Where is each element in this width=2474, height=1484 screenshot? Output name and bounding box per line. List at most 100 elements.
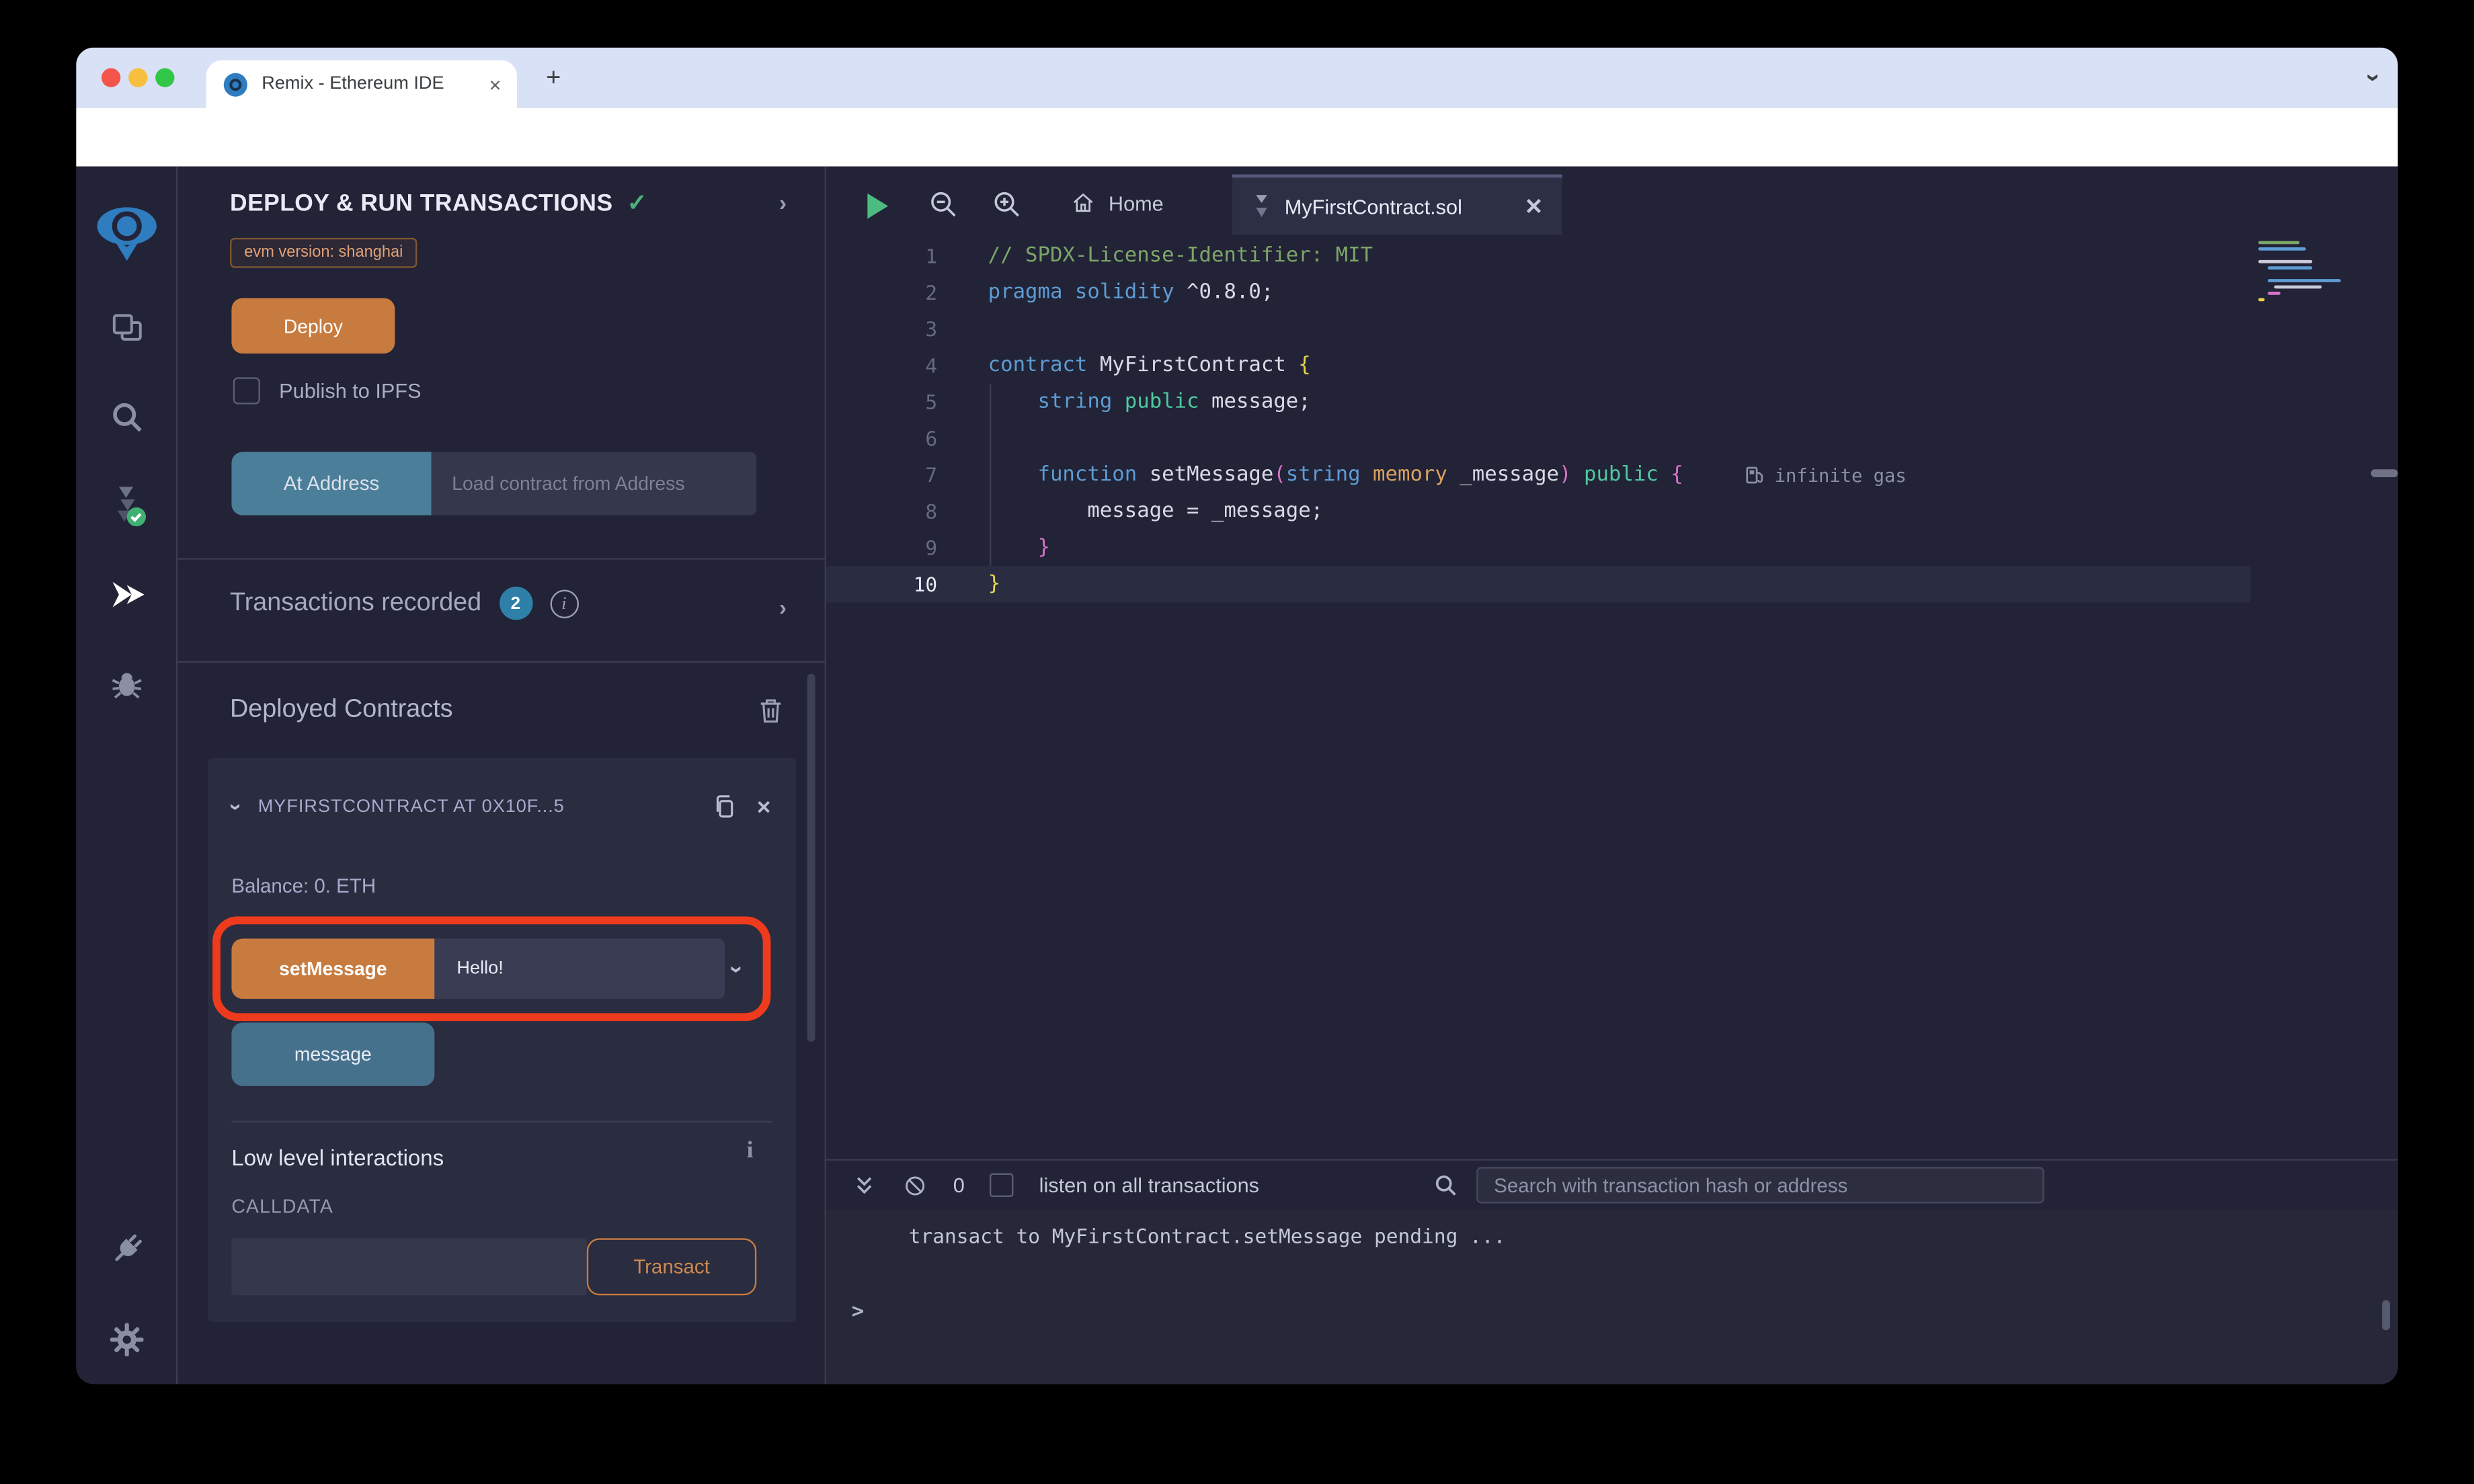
minimap[interactable] xyxy=(2258,241,2354,304)
file-tab-active[interactable]: MyFirstContract.sol ✕ xyxy=(1232,174,1562,235)
code-editor-area: Home MyFirstContract.sol ✕ 1// SPDX-Lice… xyxy=(824,166,2398,1159)
contract-collapse-chevron-icon[interactable]: › xyxy=(224,794,249,820)
panel-title: DEPLOY & RUN TRANSACTIONS xyxy=(230,189,613,216)
home-tab-label: Home xyxy=(1108,191,1164,215)
close-tab-icon[interactable]: × xyxy=(489,74,502,95)
publish-ipfs-checkbox[interactable] xyxy=(233,377,260,405)
remix-favicon xyxy=(223,72,247,96)
listen-transactions-label: listen on all transactions xyxy=(1039,1173,1259,1198)
transactions-recorded-label: Transactions recorded xyxy=(230,589,482,616)
low-level-info-icon[interactable]: i xyxy=(747,1139,754,1165)
code-editor[interactable]: 1// SPDX-License-Identifier: MIT 2 pragma … xyxy=(826,238,2251,603)
zoom-out-icon[interactable] xyxy=(928,189,959,220)
divider xyxy=(231,1120,772,1123)
gas-estimate-annotation: infinite gas xyxy=(1745,456,1907,493)
close-window-button[interactable] xyxy=(101,68,121,87)
screen: Remix - Ethereum IDE × + › ← → ↻ remix.e… xyxy=(0,0,2474,1484)
terminal-scrollbar-thumb[interactable] xyxy=(2382,1300,2390,1331)
terminal-search-icon xyxy=(1435,1175,1456,1196)
remove-contract-icon[interactable]: × xyxy=(757,795,771,819)
remix-logo[interactable] xyxy=(92,198,162,268)
code-line-6: 6 xyxy=(826,420,2250,456)
transactions-count-badge: 2 xyxy=(499,586,532,620)
listen-transactions-checkbox[interactable] xyxy=(990,1173,1014,1198)
run-script-play-icon[interactable] xyxy=(867,193,889,219)
terminal-log: transact to MyFirstContract.setMessage p… xyxy=(826,1209,2398,1385)
at-address-input[interactable] xyxy=(431,452,757,516)
pending-count: 0 xyxy=(953,1173,965,1198)
code-line-10: 10} xyxy=(826,566,2251,603)
line-number: 10 xyxy=(913,572,938,596)
solidity-file-icon xyxy=(1256,195,1267,218)
line-number: 6 xyxy=(925,426,938,450)
new-tab-button[interactable]: + xyxy=(539,65,567,93)
editor-scrollbar-thumb[interactable] xyxy=(2370,469,2398,478)
set-message-input[interactable] xyxy=(434,938,725,999)
set-message-button[interactable]: setMessage xyxy=(231,938,435,999)
at-address-button[interactable]: At Address xyxy=(231,452,432,516)
log-line: transact to MyFirstContract.setMessage p… xyxy=(908,1224,1506,1248)
maximize-window-button[interactable] xyxy=(155,68,175,87)
line-number: 5 xyxy=(925,390,938,414)
calldata-label: CALLDATA xyxy=(231,1195,333,1218)
code-line-9: 9 } xyxy=(826,530,2250,566)
transact-button[interactable]: Transact xyxy=(586,1238,757,1296)
solidity-compiler-icon[interactable] xyxy=(102,481,152,531)
code-line-7: 7 function setMessage(string memory _mes… xyxy=(826,456,2250,493)
line-number: 8 xyxy=(925,499,938,524)
home-icon xyxy=(1073,193,1093,212)
tab-search-chevron-icon[interactable]: › xyxy=(2360,65,2387,91)
terminal-search-input[interactable] xyxy=(1476,1167,2044,1204)
contract-title: MYFIRSTCONTRACT AT 0X10F...5 xyxy=(257,797,565,817)
code-line-4: 4 contract MyFirstContract { xyxy=(826,347,2250,384)
divider xyxy=(177,661,825,663)
home-tab[interactable]: Home xyxy=(1051,179,1183,227)
code-line-8: 8 message = _message; xyxy=(826,493,2250,530)
divider xyxy=(177,558,825,560)
info-icon[interactable]: i xyxy=(549,589,579,618)
browser-tab[interactable]: Remix - Ethereum IDE × xyxy=(206,60,518,108)
minimize-window-button[interactable] xyxy=(128,68,148,87)
code-line-3: 3 xyxy=(826,311,2250,347)
panel-collapse-chevron-icon[interactable]: › xyxy=(779,190,787,216)
tab-title: Remix - Ethereum IDE xyxy=(262,74,444,94)
gas-pump-icon xyxy=(1746,466,1763,484)
plugin-manager-icon[interactable] xyxy=(102,1224,152,1274)
message-button[interactable]: message xyxy=(231,1022,435,1086)
icon-rail xyxy=(76,166,178,1385)
set-message-expand-chevron-icon[interactable]: › xyxy=(723,939,750,999)
deploy-run-panel: DEPLOY & RUN TRANSACTIONS ✓ › evm versio… xyxy=(177,167,825,1385)
line-number: 4 xyxy=(925,354,938,378)
indent-guide xyxy=(989,383,992,567)
terminal-prompt[interactable]: > xyxy=(852,1300,864,1323)
publish-ipfs-label: Publish to IPFS xyxy=(279,378,422,403)
settings-icon[interactable] xyxy=(102,1315,152,1365)
remix-app: DEPLOY & RUN TRANSACTIONS ✓ › evm versio… xyxy=(76,166,2398,1385)
toolbar: ← → ↻ remix.ethereum.org/#lang=en&optimi… xyxy=(76,108,2398,218)
deploy-run-icon[interactable] xyxy=(102,569,152,620)
close-file-tab-icon[interactable]: ✕ xyxy=(1525,195,1544,217)
deployed-contract-card: › MYFIRSTCONTRACT AT 0X10F...5 × Balance… xyxy=(208,757,797,1323)
file-tab-label: MyFirstContract.sol xyxy=(1284,194,1462,218)
evm-version-badge: evm version: shanghai xyxy=(230,237,417,268)
debugger-icon[interactable] xyxy=(102,658,152,708)
line-number: 1 xyxy=(925,244,938,268)
clear-contracts-trash-icon[interactable] xyxy=(755,694,787,726)
search-icon[interactable] xyxy=(102,392,152,442)
terminal: 0 listen on all transactions transact to… xyxy=(824,1159,2398,1385)
clear-console-ban-icon[interactable] xyxy=(902,1172,928,1198)
collapse-terminal-icon[interactable] xyxy=(852,1172,877,1198)
zoom-in-icon[interactable] xyxy=(991,189,1023,220)
calldata-input[interactable] xyxy=(231,1238,587,1296)
contract-balance: Balance: 0. ETH xyxy=(231,875,376,898)
line-number: 9 xyxy=(925,536,938,560)
deploy-button[interactable]: Deploy xyxy=(231,298,395,354)
line-number: 7 xyxy=(925,462,938,487)
transactions-expand-chevron-icon[interactable]: › xyxy=(779,595,787,620)
file-explorer-icon[interactable] xyxy=(102,303,152,354)
panel-scrollbar[interactable] xyxy=(807,673,815,1042)
tab-strip: Remix - Ethereum IDE × + › xyxy=(76,47,2398,108)
copy-address-icon[interactable] xyxy=(711,792,739,821)
success-check-icon: ✓ xyxy=(627,190,647,218)
line-number: 3 xyxy=(925,317,938,341)
